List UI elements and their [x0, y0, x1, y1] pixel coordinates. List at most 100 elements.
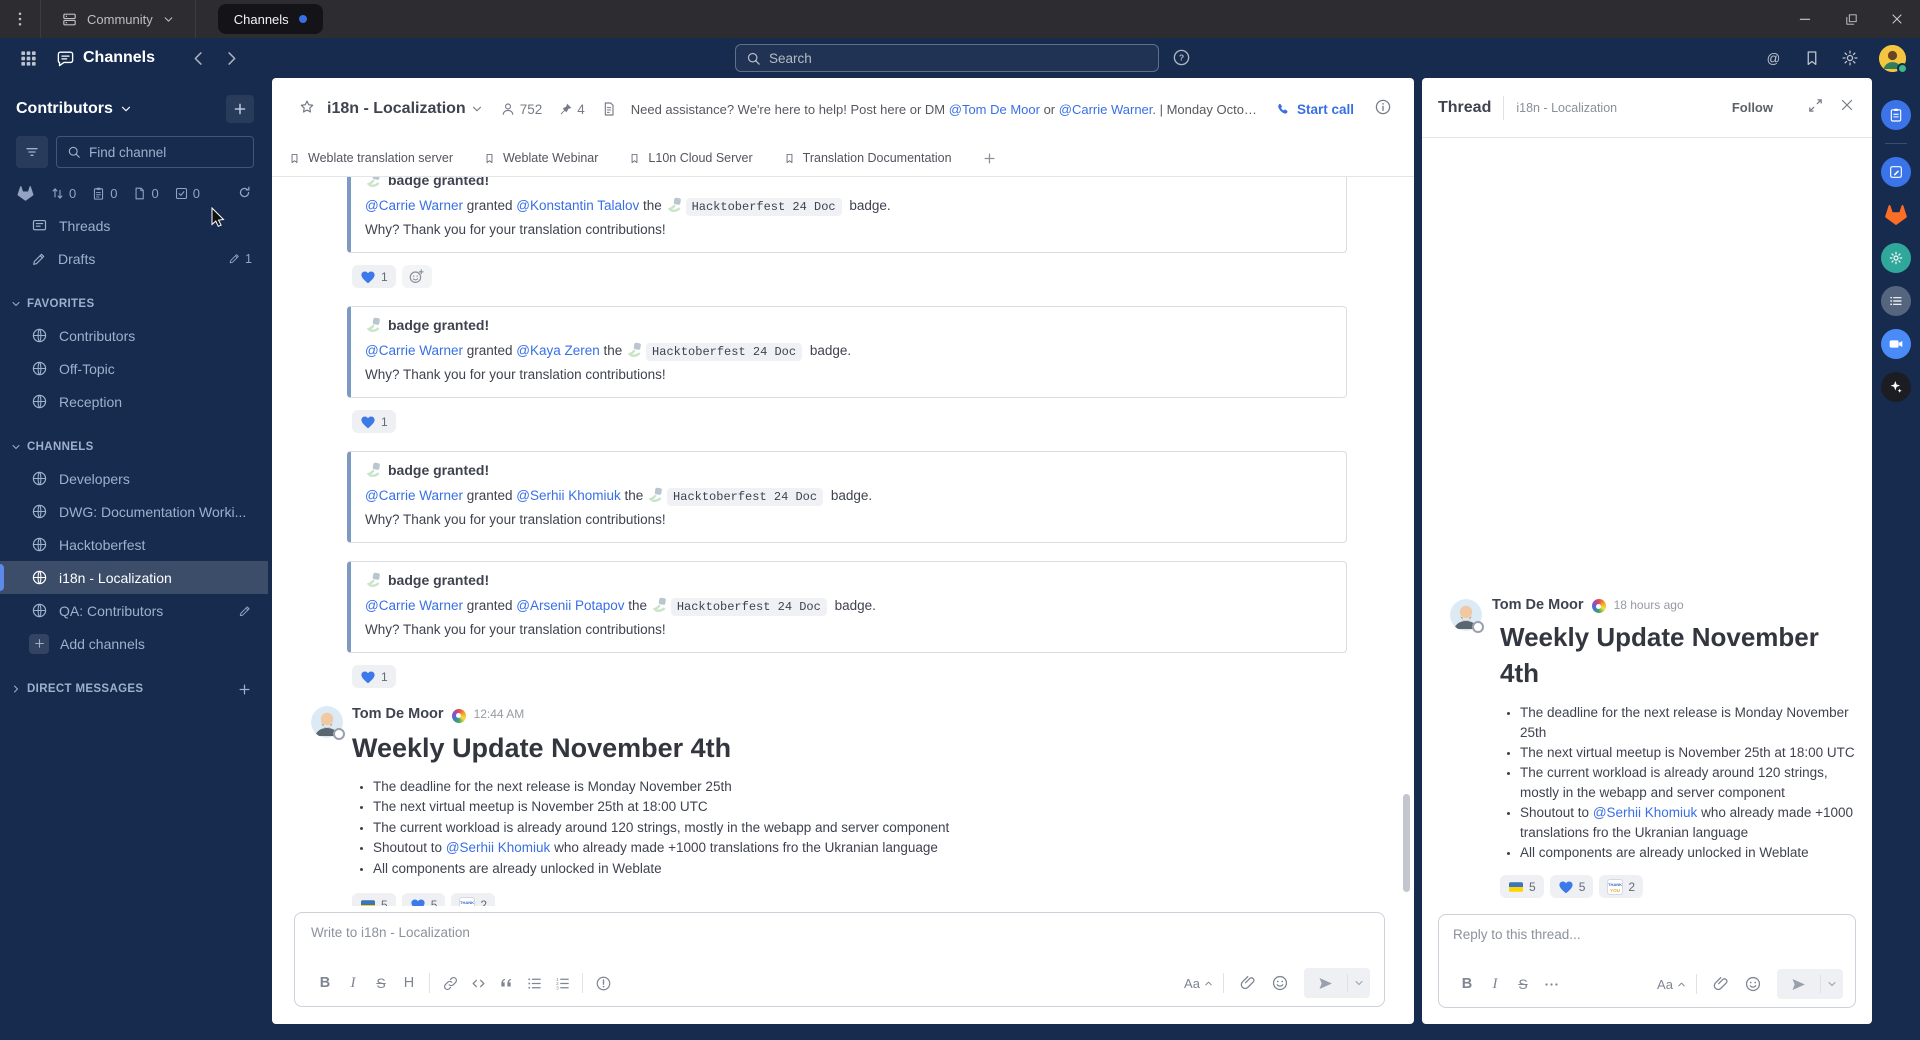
sidebar-item-qa-contributors[interactable]: QA: Contributors [0, 594, 268, 627]
send-button[interactable] [1304, 975, 1347, 992]
channel-bookmark[interactable]: L10n Cloud Server [628, 151, 753, 165]
message-composer[interactable]: Write to i18n - Localization B I S H 123… [294, 912, 1385, 1007]
italic-button[interactable]: I [1481, 970, 1509, 998]
mention-link[interactable]: @Arsenii Potapov [516, 598, 624, 613]
reaction-thank-you[interactable]: THANK YOU 2 [451, 893, 496, 906]
find-channel-input[interactable]: Find channel [56, 136, 254, 168]
user-avatar[interactable] [1879, 44, 1908, 74]
formatting-toggle-button[interactable]: Aa [1657, 970, 1686, 998]
badge-granted-post[interactable]: badge granted! @Carrie Warner granted @Ar… [311, 561, 1385, 688]
ordered-list-button[interactable]: 123 [548, 969, 576, 997]
mention-link[interactable]: @Konstantin Talalov [516, 198, 639, 213]
emoji-picker-button[interactable] [1739, 970, 1767, 998]
mention-link[interactable]: @Carrie Warner [365, 343, 463, 358]
badge-granted-post[interactable]: badge granted! @Carrie Warner granted @Ko… [311, 177, 1385, 288]
post-author[interactable]: Tom De Moor [352, 706, 444, 722]
scrollbar-thumb[interactable] [1403, 794, 1410, 892]
channel-info-button[interactable] [1374, 98, 1392, 121]
avatar[interactable] [311, 706, 345, 740]
sidebar-item-off-topic[interactable]: Off-Topic [0, 352, 268, 385]
sidebar-item-developers[interactable]: Developers [0, 462, 268, 495]
section-channels[interactable]: CHANNELS [0, 432, 268, 462]
channel-filter-button[interactable] [16, 136, 48, 168]
attach-file-button[interactable] [1234, 969, 1262, 997]
sidebar-item-add-channels[interactable]: Add channels [0, 627, 268, 660]
thread-body[interactable]: Tom De Moor 18 hours ago Weekly Update N… [1422, 138, 1872, 1024]
server-switcher[interactable]: Community [41, 0, 195, 38]
sidebar-item-contributors[interactable]: Contributors [0, 319, 268, 352]
code-button[interactable] [464, 969, 492, 997]
section-direct-messages[interactable]: DIRECT MESSAGES [0, 674, 268, 704]
reaction-blue-heart[interactable]: 5 [401, 893, 446, 906]
emoji-picker-button[interactable] [1266, 969, 1294, 997]
section-favorites[interactable]: FAVORITES [0, 289, 268, 319]
history-forward-button[interactable] [222, 49, 241, 68]
mention-link[interactable]: @Carrie Warner [1059, 102, 1153, 117]
mention-link[interactable]: @Tom De Moor [949, 102, 1040, 117]
channel-bookmark[interactable]: Weblate translation server [288, 151, 453, 165]
send-options-button[interactable] [1821, 978, 1843, 990]
message-priority-button[interactable] [589, 969, 617, 997]
appbar-todo-list-button[interactable] [1881, 286, 1911, 316]
gitlab-reviews[interactable]: 0 [132, 186, 159, 201]
channel-files-button[interactable] [601, 101, 617, 117]
badge-granted-post[interactable]: badge granted! @Carrie Warner granted @Ka… [311, 306, 1385, 433]
reply-composer[interactable]: Reply to this thread... B I S Aa [1438, 914, 1856, 1008]
badge-granted-post[interactable]: badge granted! @Carrie Warner granted @Se… [311, 451, 1385, 543]
sidebar-item-threads[interactable]: Threads [0, 209, 268, 242]
mention-link[interactable]: @Serhii Khomiuk [446, 840, 551, 855]
favorite-star-button[interactable] [298, 98, 316, 121]
sidebar-item-hacktoberfest[interactable]: Hacktoberfest [0, 528, 268, 561]
close-button[interactable] [1874, 0, 1920, 38]
reaction-flag-ua[interactable]: 5 [1500, 875, 1544, 898]
add-button[interactable] [226, 95, 254, 123]
history-back-button[interactable] [189, 49, 208, 68]
appbar-system-badges-button[interactable] [1881, 243, 1911, 273]
message-list[interactable]: badge granted! @Carrie Warner granted @Ko… [272, 177, 1414, 906]
heading-button[interactable]: H [395, 969, 423, 997]
gitlab-merge-requests[interactable]: 0 [50, 186, 76, 201]
formatting-toggle-button[interactable]: Aa [1184, 969, 1213, 997]
strikethrough-button[interactable]: S [367, 969, 395, 997]
more-formatting-button[interactable] [1537, 970, 1565, 998]
reaction-blue-heart[interactable]: 1 [352, 665, 396, 688]
minimize-button[interactable] [1782, 0, 1828, 38]
add-bookmark-button[interactable] [982, 151, 997, 166]
tab-channels[interactable]: Channels [217, 4, 323, 34]
add-dm-button[interactable] [237, 682, 252, 697]
reaction-blue-heart[interactable]: 1 [352, 265, 396, 288]
follow-button[interactable]: Follow [1732, 100, 1773, 115]
post-timestamp[interactable]: 12:44 AM [474, 707, 525, 721]
product-switcher-button[interactable] [14, 44, 42, 72]
strikethrough-button[interactable]: S [1509, 970, 1537, 998]
mention-link[interactable]: @Carrie Warner [365, 198, 463, 213]
mention-link[interactable]: @Serhii Khomiuk [516, 488, 621, 503]
help-button[interactable]: ? [1172, 48, 1191, 72]
send-button[interactable] [1777, 976, 1820, 993]
mention-link[interactable]: @Carrie Warner [365, 488, 463, 503]
post-timestamp[interactable]: 18 hours ago [1614, 598, 1684, 612]
mention-link[interactable]: @Serhii Khomiuk [1593, 805, 1698, 820]
sidebar-item-dwg-documentation-worki[interactable]: DWG: Documentation Worki... [0, 495, 268, 528]
reaction-blue-heart[interactable]: 1 [352, 410, 396, 433]
gitlab-refresh-button[interactable] [237, 185, 252, 203]
restore-button[interactable] [1828, 0, 1874, 38]
sidebar-item-i18n-localization[interactable]: i18n - Localization [0, 561, 268, 594]
avatar[interactable] [1450, 598, 1484, 633]
thread-root-post[interactable]: Tom De Moor 18 hours ago [1438, 597, 1856, 633]
close-panel-button[interactable] [1838, 96, 1856, 119]
members-button[interactable]: 752 [500, 101, 542, 117]
gitlab-icon[interactable] [16, 184, 35, 203]
search-input[interactable]: Search [735, 44, 1159, 72]
post-weekly-update[interactable]: Tom De Moor 12:44 AM Weekly Update Novem… [311, 706, 1385, 906]
reaction-thank-you[interactable]: THANK YOU 2 [1599, 875, 1644, 898]
bullet-list-button[interactable] [520, 969, 548, 997]
channel-name-menu[interactable]: i18n - Localization [327, 100, 484, 118]
appbar-zoom-calls-button[interactable] [1881, 329, 1911, 359]
sidebar-item-reception[interactable]: Reception [0, 385, 268, 418]
appbar-notes-button[interactable] [1881, 157, 1911, 187]
team-menu[interactable]: Contributors [16, 100, 226, 118]
post-author[interactable]: Tom De Moor [1492, 597, 1584, 613]
channel-bookmark[interactable]: Translation Documentation [783, 151, 952, 165]
attach-file-button[interactable] [1707, 970, 1735, 998]
